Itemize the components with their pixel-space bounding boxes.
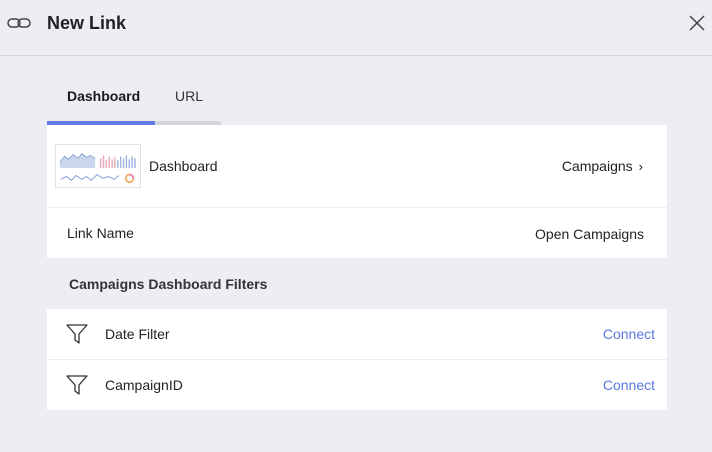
tab-url[interactable]: URL	[175, 88, 203, 104]
connect-button[interactable]: Connect	[603, 377, 655, 393]
connect-button[interactable]: Connect	[603, 326, 655, 342]
filter-icon	[66, 324, 88, 344]
selected-dashboard-name: Campaigns	[561, 158, 633, 174]
filter-label: Date Filter	[105, 326, 170, 342]
dialog-title: New Link	[47, 13, 127, 33]
filter-icon	[66, 375, 88, 395]
dashboard-thumbnail	[55, 144, 141, 188]
filters-section-title: Campaigns Dashboard Filters	[69, 276, 268, 292]
link-name-row: Link Name Open Campaigns	[47, 208, 667, 258]
link-icon	[7, 18, 31, 28]
dashboard-row: Dashboard Campaigns ›	[47, 125, 667, 207]
filter-row-campaignid: CampaignID Connect	[47, 360, 667, 410]
tab-dashboard[interactable]: Dashboard	[67, 88, 140, 104]
tab-bar: Dashboard URL	[47, 76, 221, 125]
dashboard-label: Dashboard	[149, 158, 218, 174]
link-name-field[interactable]: Open Campaigns	[535, 226, 644, 242]
close-icon[interactable]	[688, 14, 706, 32]
filter-label: CampaignID	[105, 377, 183, 393]
filter-row-date: Date Filter Connect	[47, 309, 667, 360]
dialog-header: New Link	[0, 0, 712, 56]
chevron-right-icon: ›	[638, 159, 643, 174]
selected-dashboard-link[interactable]: Campaigns ›	[562, 158, 643, 174]
filters-list: Date Filter Connect CampaignID Connect	[47, 309, 667, 410]
link-name-label: Link Name	[67, 225, 134, 241]
